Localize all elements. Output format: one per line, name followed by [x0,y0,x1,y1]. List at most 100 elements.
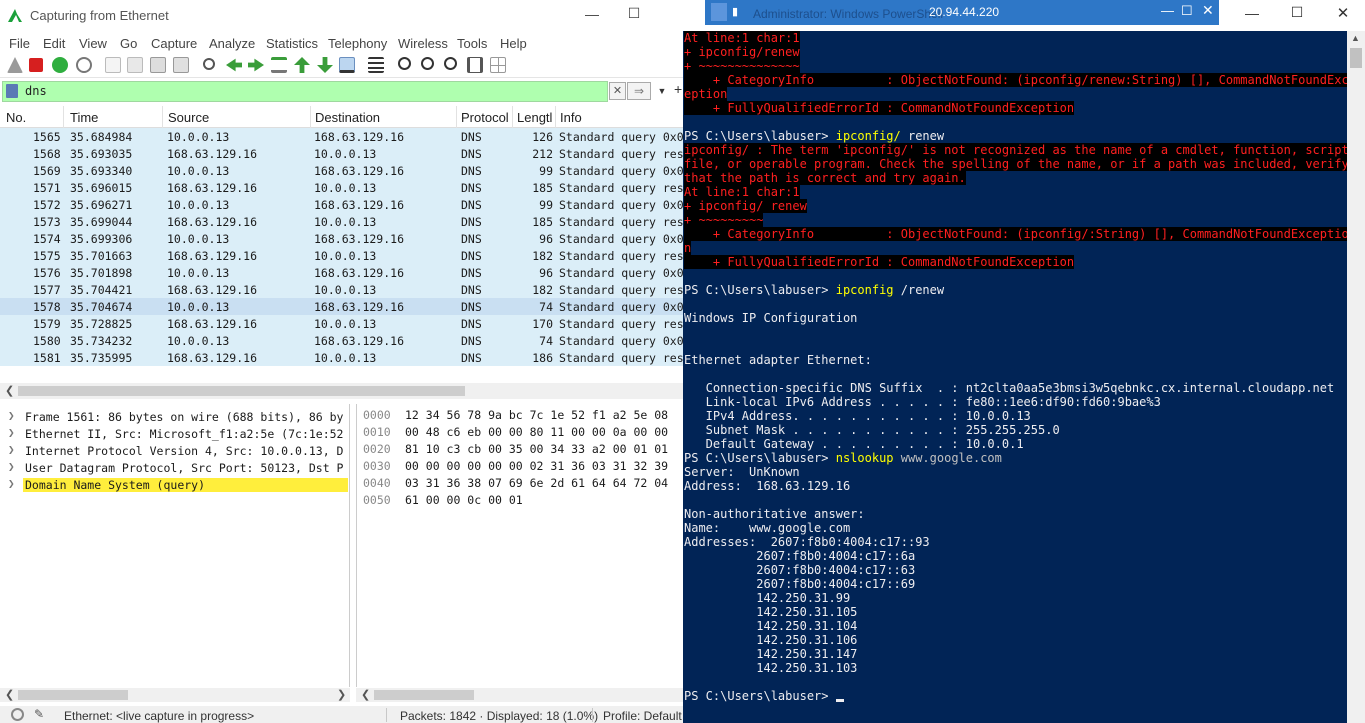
expand-chevron-icon[interactable]: ❯ [8,426,15,439]
packet-details-pane: ❯ Frame 1561: 86 bytes on wire (688 bits)… [0,404,350,687]
bytes-hscrollbar[interactable]: ❮ [356,688,683,702]
packet-row[interactable]: 1577 35.704421 168.63.129.16 10.0.0.13 DNS 18… [0,281,683,298]
packet-row[interactable]: 1575 35.701663 168.63.129.16 10.0.0.13 DNS 18… [0,247,683,264]
rdp-close-button[interactable]: ✕ [1202,2,1214,19]
menu-edit[interactable]: Edit [43,36,65,51]
column-source[interactable]: Source [168,110,209,125]
go-to-packet-icon[interactable] [271,57,287,73]
colorize-icon[interactable] [368,57,384,73]
zoom-normal-icon[interactable] [444,57,457,70]
menu-help[interactable]: Help [500,36,527,51]
packet-row[interactable]: 1578 35.704674 10.0.0.13 168.63.129.16 DNS 74… [0,298,683,315]
packet-row[interactable]: 1576 35.701898 10.0.0.13 168.63.129.16 DNS 96… [0,264,683,281]
detail-tree-item[interactable]: ❯ Ethernet II, Src: Microsoft_f1:a2:5e (7… [0,425,349,442]
console-output[interactable]: At line:1 char:1 + ipconfig/renew + ~~~~~~… [683,31,1347,723]
scroll-up-icon[interactable]: ▲ [1351,33,1360,43]
column-protocol[interactable]: Protocol [461,110,509,125]
zoom-out-icon[interactable] [421,57,434,70]
scroll-left-icon[interactable]: ❮ [5,688,14,701]
close-button[interactable]: ✕ [1333,4,1353,22]
packet-row[interactable]: 1569 35.693340 10.0.0.13 168.63.129.16 DNS 99… [0,162,683,179]
status-profile[interactable]: Profile: Default [603,709,682,723]
minimize-button[interactable]: — [584,6,600,24]
clear-filter-button[interactable]: ✕ [609,82,626,100]
first-packet-icon[interactable] [294,57,310,73]
capture-options-icon[interactable] [76,57,92,73]
display-filter-input[interactable]: dns [2,81,608,102]
expand-chevron-icon[interactable]: ❯ [8,409,15,422]
detail-tree-item[interactable]: ❯ Internet Protocol Version 4, Src: 10.0.… [0,442,349,459]
filter-history-dropdown[interactable]: ▼ [653,82,671,100]
detail-tree-item[interactable]: ❯ Frame 1561: 86 bytes on wire (688 bits)… [0,408,349,425]
restart-capture-icon[interactable] [52,57,68,73]
column-time[interactable]: Time [70,110,98,125]
expand-chevron-icon[interactable]: ❯ [8,443,15,456]
start-capture-icon[interactable] [7,57,23,73]
go-forward-icon[interactable] [248,58,264,72]
find-packet-icon[interactable] [203,58,215,70]
expand-chevron-icon[interactable]: ❯ [8,460,15,473]
packet-row[interactable]: 1579 35.728825 168.63.129.16 10.0.0.13 DNS 17… [0,315,683,332]
menu-analyze[interactable]: Analyze [209,36,255,51]
expert-info-icon[interactable] [11,708,24,721]
stop-capture-icon[interactable] [29,58,43,72]
scroll-right-icon[interactable]: ❯ [337,688,346,701]
maximize-button[interactable]: ☐ [1287,4,1307,22]
packet-row[interactable]: 1580 35.734232 10.0.0.13 168.63.129.16 DNS 74… [0,332,683,349]
scroll-thumb[interactable] [374,690,474,700]
zoom-in-icon[interactable] [398,57,411,70]
resize-columns-icon[interactable] [467,57,483,73]
packet-row[interactable]: 1571 35.696015 168.63.129.16 10.0.0.13 DNS 18… [0,179,683,196]
reload-file-icon[interactable] [173,57,189,73]
scroll-thumb[interactable] [1350,48,1362,68]
wireshark-title-bar[interactable]: Capturing from Ethernet [0,0,683,31]
packet-row[interactable]: 1574 35.699306 10.0.0.13 168.63.129.16 DNS 96… [0,230,683,247]
last-packet-icon[interactable] [317,57,333,73]
packet-row[interactable]: 1581 35.735995 168.63.129.16 10.0.0.13 DNS 18… [0,349,683,366]
save-file-icon[interactable] [127,57,143,73]
menu-capture[interactable]: Capture [151,36,197,51]
column-destination[interactable]: Destination [315,110,380,125]
scroll-thumb[interactable] [18,386,465,396]
column-info[interactable]: Info [560,110,582,125]
menu-file[interactable]: File [9,36,30,51]
minimize-button[interactable]: — [1242,5,1262,23]
detail-tree-item[interactable]: ❯ Domain Name System (query) [0,476,349,493]
console-vscrollbar[interactable]: ▲ [1347,31,1365,723]
packet-row[interactable]: 1565 35.684984 10.0.0.13 168.63.129.16 DNS 12… [0,128,683,145]
autoscroll-icon[interactable] [339,57,355,73]
bookmark-icon[interactable] [6,84,18,98]
column-no[interactable]: No. [6,110,26,125]
column-length[interactable]: Lengtl [517,110,552,125]
menu-telephony[interactable]: Telephony [328,36,387,51]
packet-list-hscrollbar[interactable]: ❮ [0,383,683,399]
scroll-left-icon[interactable]: ❮ [5,384,14,397]
scroll-thumb[interactable] [18,690,128,700]
rdp-restore-button[interactable]: ☐ [1181,3,1193,19]
expand-chevron-icon[interactable]: ❯ [8,477,15,490]
close-file-icon[interactable] [150,57,166,73]
rdp-minimize-button[interactable]: — [1161,3,1174,18]
scroll-left-icon[interactable]: ❮ [361,688,370,701]
menu-statistics[interactable]: Statistics [266,36,318,51]
rdp-connection-bar[interactable]: ▮ Administrator: Windows PowerShell 20.9… [705,0,1219,25]
menu-view[interactable]: View [79,36,107,51]
open-file-icon[interactable] [105,57,121,73]
menu-go[interactable]: Go [120,36,137,51]
pin-icon[interactable] [711,3,727,21]
menu-tools[interactable]: Tools [457,36,487,51]
expand-subtrees-icon[interactable] [490,57,506,73]
packet-row[interactable]: 1568 35.693035 168.63.129.16 10.0.0.13 DNS 21… [0,145,683,162]
packet-no: 1569 [33,164,61,178]
packet-row[interactable]: 1572 35.696271 10.0.0.13 168.63.129.16 DNS 99… [0,196,683,213]
go-back-icon[interactable] [226,58,242,72]
maximize-button[interactable]: ☐ [626,5,642,23]
detail-tree-item[interactable]: ❯ User Datagram Protocol, Src Port: 50123… [0,459,349,476]
capture-comment-icon[interactable]: ✎ [34,707,44,721]
window-title: Capturing from Ethernet [30,8,169,23]
apply-filter-button[interactable]: ⇒ [627,82,651,100]
packet-row[interactable]: 1573 35.699044 168.63.129.16 10.0.0.13 DNS 18… [0,213,683,230]
details-hscrollbar[interactable]: ❮ ❯ [0,688,350,702]
menu-wireless[interactable]: Wireless [398,36,448,51]
rdp-title-bar[interactable]: ▮ Administrator: Windows PowerShell 20.9… [683,0,1365,31]
